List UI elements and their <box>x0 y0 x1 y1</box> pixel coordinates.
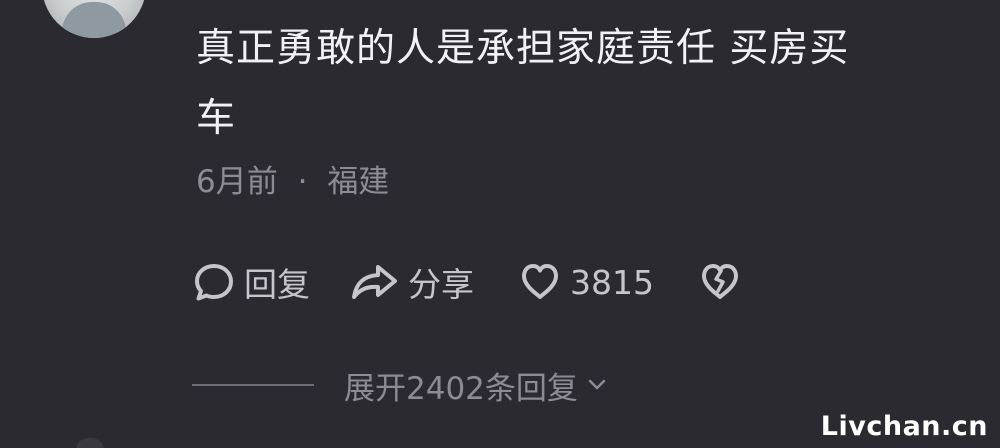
chevron-down-icon <box>586 367 608 403</box>
like-button[interactable]: 3815 <box>518 260 654 304</box>
next-comment-avatar <box>76 438 104 448</box>
comment-text-line-1: 真正勇敢的人是承担家庭责任 买房买 <box>196 26 850 71</box>
avatar[interactable] <box>42 0 146 38</box>
heart-outline-icon <box>518 260 562 304</box>
comment-actions: 回复 分享 3815 <box>192 258 742 306</box>
share-arrow-icon <box>350 260 400 304</box>
avatar-figure <box>62 2 126 38</box>
expand-replies-label: 展开2402条回复 <box>344 370 578 407</box>
comment-meta: 6月前 · 福建 <box>196 160 389 204</box>
share-label: 分享 <box>408 265 474 304</box>
share-button[interactable]: 分享 <box>350 258 474 306</box>
watermark: Livchan.cn <box>820 411 988 442</box>
comment-screen: 真正勇敢的人是承担家庭责任 买房买 车 6月前 · 福建 回复 分享 3815 … <box>0 0 1000 448</box>
broken-heart-icon <box>698 260 742 304</box>
reply-button[interactable]: 回复 <box>192 258 310 306</box>
speech-bubble-icon <box>192 260 236 304</box>
dislike-button[interactable] <box>698 260 742 304</box>
comment-body: 真正勇敢的人是承担家庭责任 买房买 车 <box>196 14 956 154</box>
comment-time: 6月前 <box>196 164 278 200</box>
like-count: 3815 <box>570 262 654 302</box>
expand-replies-button[interactable]: 展开2402条回复 <box>192 360 608 410</box>
meta-separator: · <box>297 164 308 200</box>
comment-location: 福建 <box>327 164 390 200</box>
divider-line <box>192 384 314 386</box>
reply-label: 回复 <box>244 265 310 304</box>
comment-text-line-2: 车 <box>196 96 237 141</box>
